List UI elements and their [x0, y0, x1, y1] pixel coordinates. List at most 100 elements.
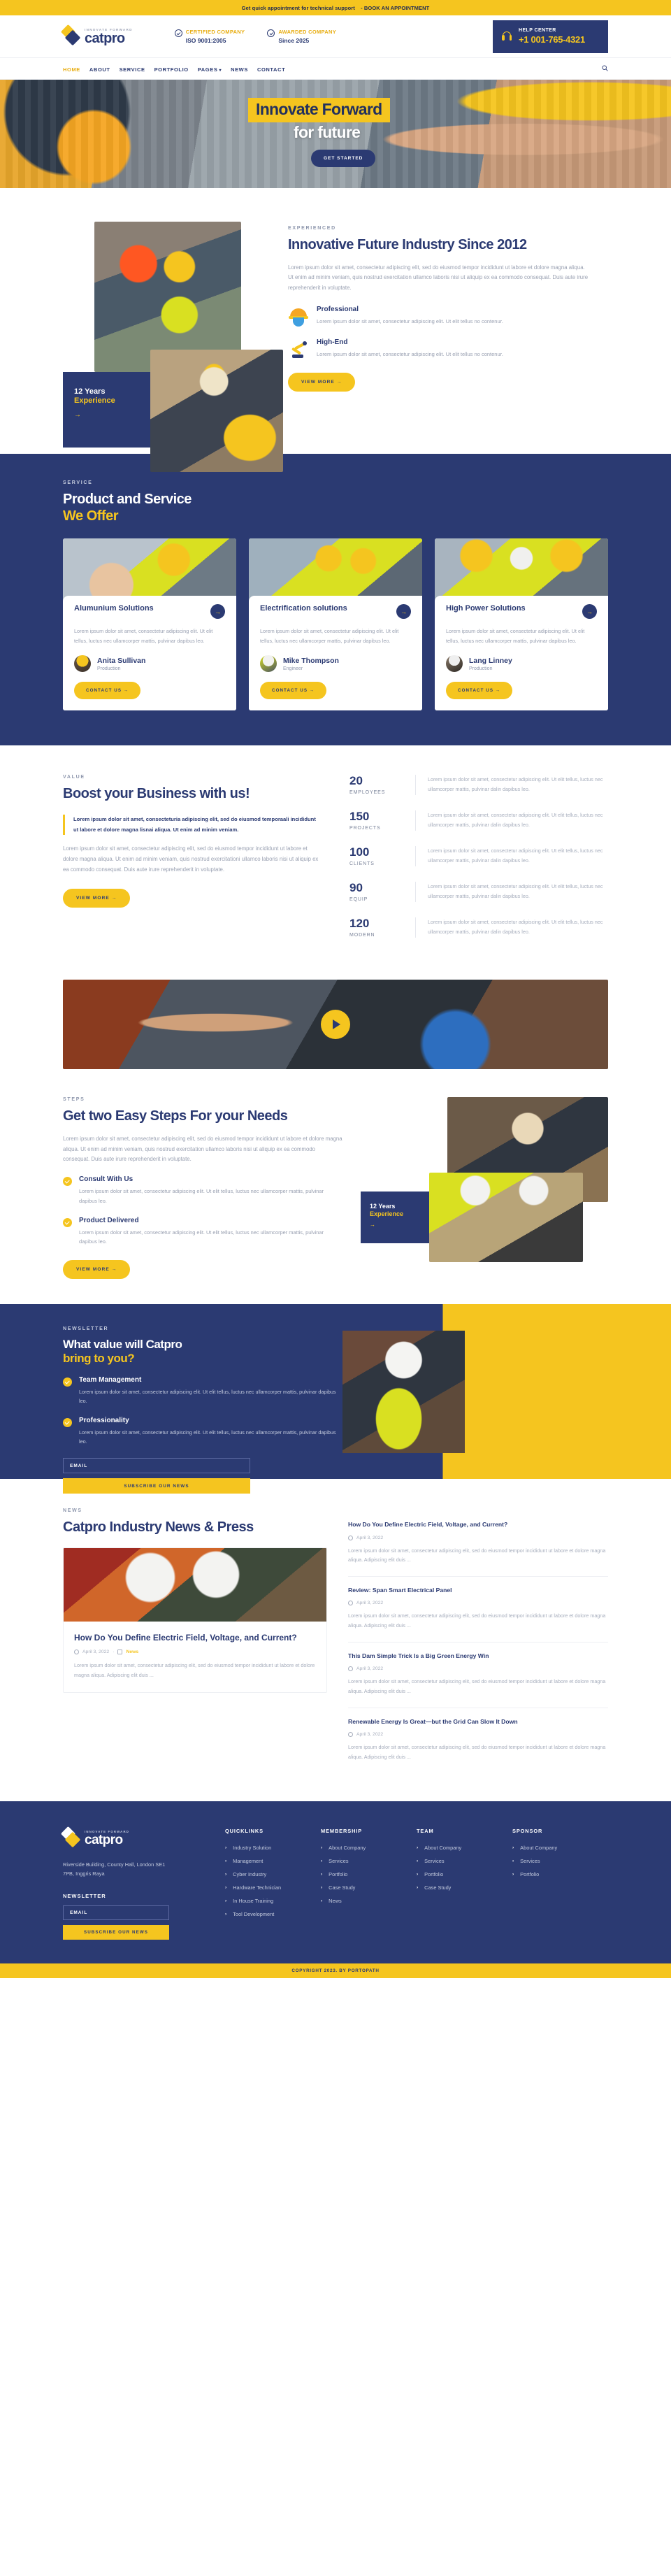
nav-item-contact[interactable]: CONTACT: [257, 62, 285, 75]
footer-link-label[interactable]: About Company: [424, 1845, 461, 1851]
footer-link-label[interactable]: Services: [329, 1858, 348, 1864]
footer-link[interactable]: › About Company: [321, 1845, 417, 1851]
footer-link[interactable]: › Portfolio: [321, 1871, 417, 1877]
footer-subscribe-button[interactable]: SUBSCRIBE OUR NEWS: [63, 1925, 169, 1940]
footer-email-input[interactable]: [63, 1905, 169, 1921]
nav-item-portfolio[interactable]: PORTFOLIO: [154, 62, 189, 75]
footer-link[interactable]: › News: [321, 1898, 417, 1904]
get-started-button[interactable]: GET STARTED: [311, 150, 376, 167]
footer-link[interactable]: › Tool Development: [225, 1911, 321, 1917]
footer-link[interactable]: › In House Training: [225, 1898, 321, 1904]
nav-link[interactable]: CONTACT: [257, 66, 285, 73]
nav-link[interactable]: ABOUT: [89, 66, 110, 73]
footer-link[interactable]: › Services: [417, 1858, 512, 1864]
footer-link-label[interactable]: Portfolio: [329, 1871, 347, 1877]
service-card-desc: Lorem ipsum dolor sit amet, consectetur …: [74, 628, 213, 644]
news-category[interactable]: News: [126, 1650, 138, 1654]
footer-link[interactable]: › Case Study: [417, 1884, 512, 1891]
years-experience-badge[interactable]: 12 Years Experience →: [361, 1192, 433, 1244]
video-banner[interactable]: [63, 980, 608, 1070]
footer-link-label[interactable]: About Company: [329, 1845, 366, 1851]
footer-link[interactable]: › Portfolio: [417, 1871, 512, 1877]
footer-link-label[interactable]: Portfolio: [424, 1871, 443, 1877]
service-card[interactable]: Alumunium Solutions → Lorem ipsum dolor …: [63, 538, 236, 711]
header-badges: CERTIFIED COMPANY ISO 9001:2005 AWARDED …: [174, 29, 336, 44]
steps-view-more-button[interactable]: VIEW MORE →: [63, 1259, 131, 1279]
site-logo[interactable]: INNOVATE FORWARD catpro: [60, 24, 133, 47]
footer-link-label[interactable]: Case Study: [329, 1884, 355, 1891]
avatar: [260, 655, 277, 673]
help-center-phone[interactable]: +1 001-765-4321: [519, 34, 585, 45]
featured-news-title[interactable]: How Do You Define Electric Field, Voltag…: [74, 1633, 316, 1644]
help-center-box[interactable]: HELP CENTER +1 001-765-4321: [493, 20, 608, 53]
experience-view-more-button[interactable]: VIEW MORE →: [288, 373, 356, 392]
footer-link[interactable]: › Industry Solution: [225, 1845, 321, 1851]
footer-link-label[interactable]: Services: [424, 1858, 444, 1864]
news-list-item[interactable]: Review: Span Smart Electrical Panel Apri…: [348, 1577, 608, 1643]
nav-item-pages[interactable]: PAGES ▾: [198, 62, 222, 75]
footer-link-label[interactable]: Services: [520, 1858, 540, 1864]
service-card[interactable]: Electrification solutions → Lorem ipsum …: [249, 538, 422, 711]
footer-link-label[interactable]: Hardware Technician: [233, 1884, 281, 1891]
service-card-desc: Lorem ipsum dolor sit amet, consectetur …: [260, 628, 399, 644]
footer-link[interactable]: › Management: [225, 1858, 321, 1864]
footer-link[interactable]: › About Company: [417, 1845, 512, 1851]
newsletter-subscribe-button[interactable]: SUBSCRIBE OUR NEWS: [63, 1478, 250, 1494]
play-icon[interactable]: [321, 1010, 350, 1040]
footer-link-label[interactable]: News: [329, 1898, 341, 1904]
nav-item-home[interactable]: HOME: [63, 62, 80, 75]
news-item-title[interactable]: Renewable Energy Is Great—but the Grid C…: [348, 1718, 608, 1726]
news-item-title[interactable]: How Do You Define Electric Field, Voltag…: [348, 1521, 608, 1529]
contact-us-button[interactable]: CONTACT US →: [446, 682, 513, 700]
arrow-right-icon[interactable]: →: [210, 604, 225, 620]
footer-link[interactable]: › Portfolio: [512, 1871, 608, 1877]
news-item-title[interactable]: This Dam Simple Trick Is a Big Green Ene…: [348, 1652, 608, 1661]
stat-desc: Lorem ipsum dolor sit amet, consectetur …: [415, 917, 608, 938]
footer-link-label[interactable]: In House Training: [233, 1898, 273, 1904]
nav-item-news[interactable]: NEWS: [231, 62, 248, 75]
arrow-right-icon[interactable]: →: [582, 604, 597, 620]
nav-link[interactable]: PORTFOLIO: [154, 66, 189, 73]
footer-link[interactable]: › Services: [512, 1858, 608, 1864]
contact-us-button[interactable]: CONTACT US →: [260, 682, 327, 700]
news-date: April 3, 2022: [82, 1650, 110, 1655]
footer-link-label[interactable]: Case Study: [424, 1884, 451, 1891]
value-paragraph: Lorem ipsum dolor sit amet, consectetur …: [63, 845, 319, 873]
nav-link[interactable]: SERVICE: [120, 66, 145, 73]
news-list-item[interactable]: Renewable Energy Is Great—but the Grid C…: [348, 1708, 608, 1773]
footer-link[interactable]: › About Company: [512, 1845, 608, 1851]
footer-link-label[interactable]: Tool Development: [233, 1911, 274, 1917]
newsletter-email-input[interactable]: [63, 1458, 250, 1474]
news-item-title[interactable]: Review: Span Smart Electrical Panel: [348, 1587, 608, 1595]
featured-news-card[interactable]: How Do You Define Electric Field, Voltag…: [63, 1547, 327, 1694]
experience-images: 12 Years Experience →: [63, 222, 283, 472]
contact-us-button[interactable]: CONTACT US →: [74, 682, 141, 700]
news-list-item[interactable]: How Do You Define Electric Field, Voltag…: [348, 1511, 608, 1577]
footer-link[interactable]: › Case Study: [321, 1884, 417, 1891]
footer-link-label[interactable]: Industry Solution: [233, 1845, 271, 1851]
years-experience-badge[interactable]: 12 Years Experience →: [63, 372, 152, 448]
section-heading: Product and Service We Offer: [63, 492, 608, 524]
stat-label: CLIENTS: [349, 861, 375, 867]
footer-link[interactable]: › Cyber Industry: [225, 1871, 321, 1877]
footer-link[interactable]: › Hardware Technician: [225, 1884, 321, 1891]
footer-link-label[interactable]: Management: [233, 1858, 263, 1864]
nav-link[interactable]: NEWS: [231, 66, 248, 73]
news-list-item[interactable]: This Dam Simple Trick Is a Big Green Ene…: [348, 1643, 608, 1708]
feature-title: High-End: [317, 338, 348, 347]
footer-link-label[interactable]: Cyber Industry: [233, 1871, 266, 1877]
footer-link[interactable]: › Services: [321, 1858, 417, 1864]
chevron-right-icon: ›: [512, 1871, 514, 1877]
nav-link[interactable]: PAGES ▾: [198, 66, 222, 73]
book-appointment-link[interactable]: - BOOK AN APPOINTMENT: [361, 5, 429, 11]
nav-item-service[interactable]: SERVICE: [120, 62, 145, 75]
service-card[interactable]: High Power Solutions → Lorem ipsum dolor…: [435, 538, 608, 711]
nav-link[interactable]: HOME: [63, 66, 80, 73]
search-icon[interactable]: [602, 62, 608, 75]
footer-logo[interactable]: INNOVATE FORWARD catpro: [60, 1826, 225, 1849]
value-view-more-button[interactable]: VIEW MORE →: [63, 888, 131, 908]
footer-link-label[interactable]: Portfolio: [520, 1871, 539, 1877]
footer-link-label[interactable]: About Company: [520, 1845, 557, 1851]
arrow-right-icon[interactable]: →: [396, 604, 411, 620]
nav-item-about[interactable]: ABOUT: [89, 62, 110, 75]
